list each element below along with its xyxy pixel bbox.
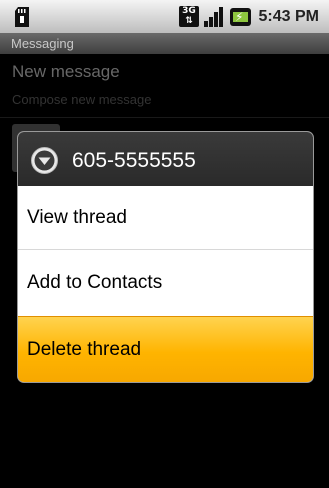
down-arrow-circle-icon xyxy=(31,147,58,174)
context-menu-dialog: 605-5555555 View thread Add to Contacts … xyxy=(18,132,313,382)
battery-charging-icon: ⚡ xyxy=(230,8,251,26)
dialog-header: 605-5555555 xyxy=(18,132,313,186)
3g-icon: 3G ⇅ xyxy=(179,6,199,27)
status-bar: 3G ⇅ ⚡ 5:43 PM xyxy=(0,0,329,34)
signal-icon xyxy=(204,7,223,27)
app-title: Messaging xyxy=(0,33,329,54)
dialog-title: 605-5555555 xyxy=(72,149,196,172)
network-type-label: 3G xyxy=(182,6,196,16)
status-time: 5:43 PM xyxy=(258,8,319,25)
view-thread-item[interactable]: View thread xyxy=(18,186,313,250)
sd-card-icon xyxy=(15,7,29,27)
delete-thread-item[interactable]: Delete thread xyxy=(18,316,313,382)
add-to-contacts-item[interactable]: Add to Contacts xyxy=(18,251,313,315)
